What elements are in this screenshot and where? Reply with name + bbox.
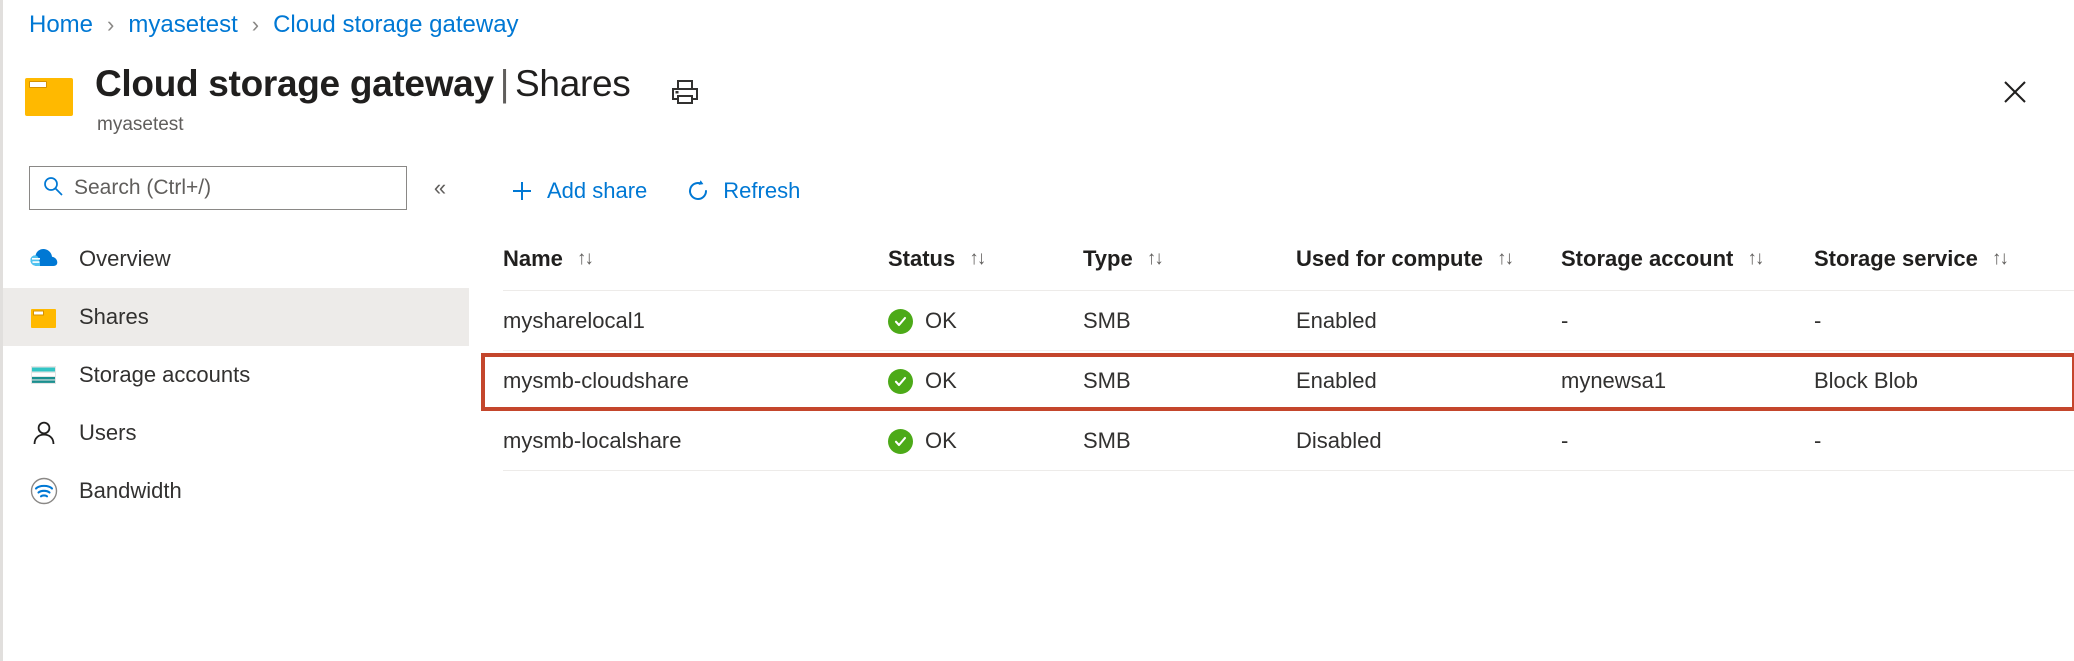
page-subtitle: myasetest (97, 113, 630, 137)
breadcrumb-item-myasetest[interactable]: myasetest (128, 10, 237, 40)
table-row[interactable]: mysmb-localshare OK SMB (503, 411, 2074, 471)
search-input-wrapper[interactable] (29, 166, 407, 210)
column-label: Used for compute (1296, 246, 1483, 272)
sidebar-item-storage-accounts[interactable]: Storage accounts (3, 346, 469, 404)
column-label: Storage service (1814, 246, 1978, 272)
shares-blade: Home › myasetest › Cloud storage gateway… (0, 0, 2074, 661)
check-circle-icon (888, 309, 913, 334)
page-title-resource: Cloud storage gateway (95, 63, 494, 104)
sidebar-search-row: « (3, 166, 469, 210)
cell-status: OK (888, 351, 1083, 411)
column-header-status[interactable]: Status ↑↓ (888, 246, 1083, 291)
cell-name[interactable]: mysmb-localshare (503, 411, 888, 471)
table-row[interactable]: mysmb-cloudshare OK SMB (503, 351, 2074, 411)
breadcrumb-item-home[interactable]: Home (29, 10, 93, 40)
folder-icon (25, 72, 75, 116)
breadcrumb: Home › myasetest › Cloud storage gateway (29, 10, 519, 40)
sidebar-nav: Overview Shares (3, 230, 469, 520)
cell-status: OK (888, 411, 1083, 471)
sort-arrows-icon[interactable]: ↑↓ (577, 248, 592, 270)
page-title-section: Shares (515, 63, 630, 104)
column-label: Storage account (1561, 246, 1733, 272)
print-icon[interactable] (670, 78, 700, 106)
table-row[interactable]: mysharelocal1 OK SMB (503, 291, 2074, 351)
cell-storage-service: - (1814, 411, 2074, 471)
sort-arrows-icon[interactable]: ↑↓ (1747, 248, 1762, 270)
page-title-block: Cloud storage gateway|Shares myasetest (95, 62, 630, 137)
breadcrumb-separator-icon: › (107, 10, 114, 40)
check-circle-icon (888, 369, 913, 394)
cell-used-for-compute: Enabled (1296, 291, 1561, 351)
bandwidth-icon (29, 476, 59, 506)
table-header-row: Name ↑↓ Status ↑↓ Type (503, 246, 2074, 291)
status-label: OK (925, 428, 957, 454)
sidebar-item-users[interactable]: Users (3, 404, 469, 462)
cell-name[interactable]: mysmb-cloudshare (503, 351, 888, 411)
status-label: OK (925, 308, 957, 334)
cell-storage-account: - (1561, 411, 1814, 471)
breadcrumb-item-cloud-storage-gateway[interactable]: Cloud storage gateway (273, 10, 518, 40)
column-label: Type (1083, 246, 1133, 272)
add-share-label: Add share (547, 178, 647, 204)
sort-arrows-icon[interactable]: ↑↓ (1992, 248, 2007, 270)
cell-used-for-compute: Enabled (1296, 351, 1561, 411)
sort-arrows-icon[interactable]: ↑↓ (969, 248, 984, 270)
sidebar: « Overview (3, 166, 469, 520)
cell-type: SMB (1083, 351, 1296, 411)
column-header-type[interactable]: Type ↑↓ (1083, 246, 1296, 291)
page-header: Cloud storage gateway|Shares myasetest (25, 62, 700, 137)
column-label: Name (503, 246, 563, 272)
column-header-used-for-compute[interactable]: Used for compute ↑↓ (1296, 246, 1561, 291)
status-label: OK (925, 368, 957, 394)
cloud-icon (29, 244, 59, 274)
sort-arrows-icon[interactable]: ↑↓ (1497, 248, 1512, 270)
cell-storage-account: - (1561, 291, 1814, 351)
plus-icon (509, 178, 535, 204)
cell-storage-account: mynewsa1 (1561, 351, 1814, 411)
user-icon (29, 418, 59, 448)
cell-name[interactable]: mysharelocal1 (503, 291, 888, 351)
close-icon[interactable] (1998, 75, 2032, 109)
shares-table: Name ↑↓ Status ↑↓ Type (503, 246, 2074, 471)
column-header-storage-account[interactable]: Storage account ↑↓ (1561, 246, 1814, 291)
sidebar-item-label: Overview (79, 246, 171, 272)
cell-storage-service: Block Blob (1814, 351, 2074, 411)
sort-arrows-icon[interactable]: ↑↓ (1147, 248, 1162, 270)
sidebar-item-label: Bandwidth (79, 478, 182, 504)
column-header-name[interactable]: Name ↑↓ (503, 246, 888, 291)
shares-table-wrapper: Name ↑↓ Status ↑↓ Type (503, 246, 2074, 471)
check-circle-icon (888, 429, 913, 454)
page-title: Cloud storage gateway|Shares (95, 62, 630, 106)
sidebar-item-overview[interactable]: Overview (3, 230, 469, 288)
cell-type: SMB (1083, 291, 1296, 351)
command-bar: Add share Refresh (503, 166, 2074, 216)
cell-status: OK (888, 291, 1083, 351)
cell-type: SMB (1083, 411, 1296, 471)
folder-icon (29, 302, 59, 332)
main-content: Add share Refresh (503, 166, 2074, 471)
cell-used-for-compute: Disabled (1296, 411, 1561, 471)
refresh-icon (685, 178, 711, 204)
page-title-separator: | (494, 63, 515, 104)
refresh-label: Refresh (723, 178, 800, 204)
search-input[interactable] (74, 176, 394, 200)
add-share-button[interactable]: Add share (507, 174, 649, 208)
column-header-storage-service[interactable]: Storage service ↑↓ (1814, 246, 2074, 291)
sidebar-item-label: Users (79, 420, 136, 446)
column-label: Status (888, 246, 955, 272)
sidebar-item-label: Storage accounts (79, 362, 250, 388)
sidebar-item-label: Shares (79, 304, 149, 330)
sidebar-item-shares[interactable]: Shares (3, 288, 469, 346)
refresh-button[interactable]: Refresh (683, 174, 802, 208)
storage-account-icon (29, 360, 59, 390)
cell-storage-service: - (1814, 291, 2074, 351)
sidebar-item-bandwidth[interactable]: Bandwidth (3, 462, 469, 520)
collapse-sidebar-icon[interactable]: « (425, 173, 455, 203)
breadcrumb-separator-icon: › (252, 10, 259, 40)
search-icon (42, 175, 64, 202)
